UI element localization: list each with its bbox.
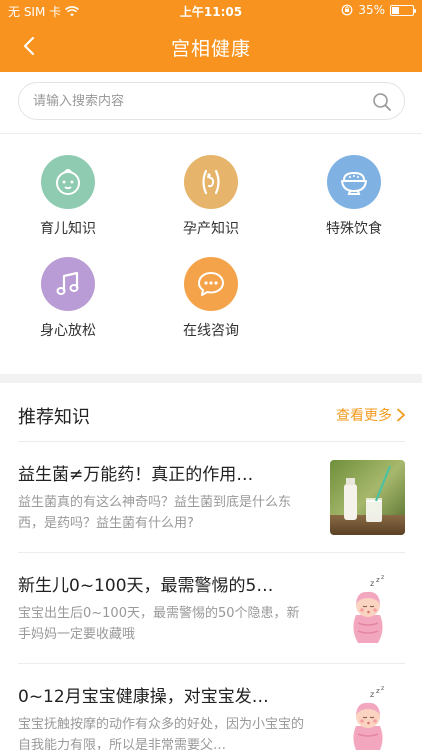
article-item[interactable]: 益生菌≠万能药！真正的作用… 益生菌真的有这么神奇吗？益生菌到底是什么东西，是药… bbox=[0, 442, 422, 552]
category-label: 在线咨询 bbox=[183, 323, 239, 339]
battery-icon bbox=[390, 4, 416, 16]
music-note-icon bbox=[56, 271, 79, 295]
category-parenting[interactable]: 育儿知识 bbox=[13, 155, 123, 238]
view-more-label: 查看更多 bbox=[336, 408, 392, 424]
category-label: 育儿知识 bbox=[40, 221, 96, 237]
article-thumbnail: z z z bbox=[330, 682, 405, 750]
search-section bbox=[0, 72, 422, 134]
category-icon-circle bbox=[327, 155, 381, 209]
article-title: 0~12月宝宝健康操，对宝宝发… bbox=[18, 687, 269, 707]
category-icon-circle bbox=[41, 155, 95, 209]
article-desc: 益生菌真的有这么神奇吗？益生菌到底是什么东西，是药吗？益生菌有什么用? bbox=[18, 495, 292, 531]
category-label: 孕产知识 bbox=[183, 221, 239, 237]
article-title: 新生儿0~100天，最需警惕的5… bbox=[18, 576, 274, 596]
view-more-link[interactable]: 查看更多 bbox=[336, 405, 406, 425]
article-title: 益生菌≠万能药！真正的作用… bbox=[18, 465, 254, 485]
svg-text:z: z bbox=[370, 579, 374, 588]
chevron-right-icon bbox=[397, 408, 406, 422]
category-icon-circle bbox=[41, 257, 95, 311]
article-thumbnail: z z z bbox=[330, 571, 405, 646]
rice-bowl-icon bbox=[341, 171, 367, 195]
category-relaxation[interactable]: 身心放松 bbox=[13, 257, 123, 340]
category-grid: 育儿知识 孕产知识 特殊饮食 身心放松 在线咨询 bbox=[0, 135, 422, 375]
svg-text:z: z bbox=[376, 687, 380, 695]
search-input[interactable] bbox=[33, 89, 363, 113]
nav-header: 宫相健康 bbox=[0, 22, 422, 72]
status-bar: 无 SIM 卡 上午11:05 35% bbox=[0, 0, 422, 22]
orientation-lock-icon bbox=[341, 4, 353, 16]
svg-text:z: z bbox=[370, 690, 374, 699]
search-box[interactable] bbox=[18, 82, 405, 120]
svg-text:z: z bbox=[376, 576, 380, 584]
category-pregnancy[interactable]: 孕产知识 bbox=[156, 155, 266, 238]
sleeping-baby-image: z z z bbox=[330, 682, 405, 750]
page-title: 宫相健康 bbox=[170, 38, 251, 60]
category-label: 身心放松 bbox=[40, 323, 96, 339]
category-online-consult[interactable]: 在线咨询 bbox=[156, 257, 266, 340]
pregnancy-icon bbox=[202, 169, 220, 195]
article-item[interactable]: 新生儿0~100天，最需警惕的5… 宝宝出生后0~100天，最需警惕的50个隐患… bbox=[0, 553, 422, 663]
article-thumbnail bbox=[330, 460, 405, 535]
section-title: 推荐知识 bbox=[18, 407, 90, 428]
category-label: 特殊饮食 bbox=[326, 221, 382, 237]
svg-text:z: z bbox=[381, 685, 384, 692]
article-desc: 宝宝抚触按摩的动作有众多的好处，因为小宝宝的自我能力有限，所以是非常需要父… bbox=[18, 717, 305, 750]
recommended-header: 推荐知识 查看更多 bbox=[0, 383, 422, 441]
top-bar: 无 SIM 卡 上午11:05 35% 宫相健康 bbox=[0, 0, 422, 72]
sleeping-baby-image: z z z bbox=[330, 571, 405, 646]
chat-bubble-icon bbox=[198, 272, 224, 296]
category-special-diet[interactable]: 特殊饮食 bbox=[299, 155, 409, 238]
article-item[interactable]: 0~12月宝宝健康操，对宝宝发… 宝宝抚触按摩的动作有众多的好处，因为小宝宝的自… bbox=[0, 664, 422, 750]
battery-percent: 35% bbox=[358, 3, 385, 17]
milk-photo-image bbox=[330, 460, 405, 535]
search-icon[interactable] bbox=[372, 92, 392, 112]
svg-text:z: z bbox=[381, 574, 384, 581]
article-desc: 宝宝出生后0~100天，最需警惕的50个隐患，新手妈妈一定要收藏哦 bbox=[18, 606, 300, 642]
category-icon-circle bbox=[184, 257, 238, 311]
baby-face-icon bbox=[56, 169, 80, 195]
category-icon-circle bbox=[184, 155, 238, 209]
section-gap bbox=[0, 374, 422, 383]
